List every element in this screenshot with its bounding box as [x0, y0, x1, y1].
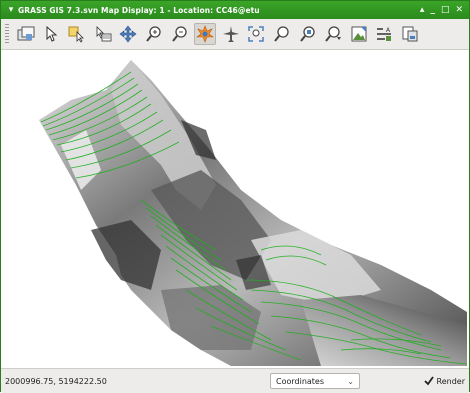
toolbar-grip[interactable]: [5, 24, 9, 44]
window-controls: ▴ _ □ ✕: [420, 5, 463, 15]
3d-view-icon: [196, 25, 215, 43]
select-button[interactable]: [66, 23, 88, 45]
add-map-layers-icon: [17, 26, 35, 41]
decorations-button[interactable]: A: [373, 23, 395, 45]
chevron-down-icon: ⌄: [347, 376, 354, 386]
zoom-in-button[interactable]: [143, 23, 165, 45]
zoom-options-icon: [325, 26, 342, 42]
zoom-back-icon: [274, 26, 289, 42]
zoom-options-button[interactable]: [322, 23, 344, 45]
statusbar-mode-select[interactable]: Coordinates ⌄: [270, 373, 360, 389]
zoom-out-icon: [171, 26, 187, 42]
coordinates-readout: 2000996.75, 5194222.50: [5, 376, 107, 386]
save-image-button[interactable]: [348, 23, 370, 45]
zoom-region-icon: [299, 26, 315, 42]
render-label: Render: [436, 376, 465, 386]
window-menu-icon[interactable]: ▾: [4, 5, 18, 15]
query-button[interactable]: [92, 23, 114, 45]
3d-view-button[interactable]: [194, 23, 217, 45]
zoom-extent-icon: [248, 26, 265, 42]
add-map-layers-button[interactable]: [15, 23, 37, 45]
pan-button[interactable]: [117, 23, 139, 45]
decorations-icon: A: [377, 27, 392, 41]
save-image-icon: [351, 26, 367, 42]
fly-icon: [222, 26, 239, 42]
3d-terrain-view: [39, 60, 468, 366]
checkmark-icon: [423, 376, 434, 386]
zoom-in-icon: [146, 26, 161, 42]
status-bar: 2000996.75, 5194222.50 Coordinates ⌄ Ren…: [1, 368, 469, 393]
title-bar[interactable]: ▾ GRASS GIS 7.3.svn Map Display: 1 - Loc…: [1, 1, 469, 19]
minimize-icon[interactable]: _: [430, 5, 435, 15]
maximize-icon[interactable]: □: [441, 5, 450, 15]
render-toggle[interactable]: Render: [423, 376, 465, 386]
zoom-back-button[interactable]: [271, 23, 293, 45]
query-icon: [96, 26, 112, 42]
zoom-region-button[interactable]: [297, 23, 319, 45]
zoom-out-button[interactable]: [169, 23, 191, 45]
statusbar-mode-value: Coordinates: [276, 376, 325, 386]
fly-button[interactable]: [220, 23, 242, 45]
analyze-icon: [402, 26, 418, 42]
zoom-extent-button[interactable]: [245, 23, 267, 45]
render-checkbox[interactable]: [423, 376, 434, 386]
map-toolbar: A: [1, 19, 469, 50]
pointer-button[interactable]: [41, 23, 63, 45]
shade-icon[interactable]: ▴: [420, 5, 425, 15]
svg-text:A: A: [386, 27, 391, 34]
window-title: GRASS GIS 7.3.svn Map Display: 1 - Locat…: [18, 5, 260, 15]
pan-icon: [119, 25, 137, 43]
analyze-button[interactable]: [399, 23, 421, 45]
map-canvas[interactable]: [1, 50, 469, 368]
map-display-window: ▾ GRASS GIS 7.3.svn Map Display: 1 - Loc…: [0, 0, 470, 393]
pointer-icon: [46, 25, 57, 42]
close-icon[interactable]: ✕: [455, 5, 463, 15]
select-icon: [68, 26, 85, 43]
